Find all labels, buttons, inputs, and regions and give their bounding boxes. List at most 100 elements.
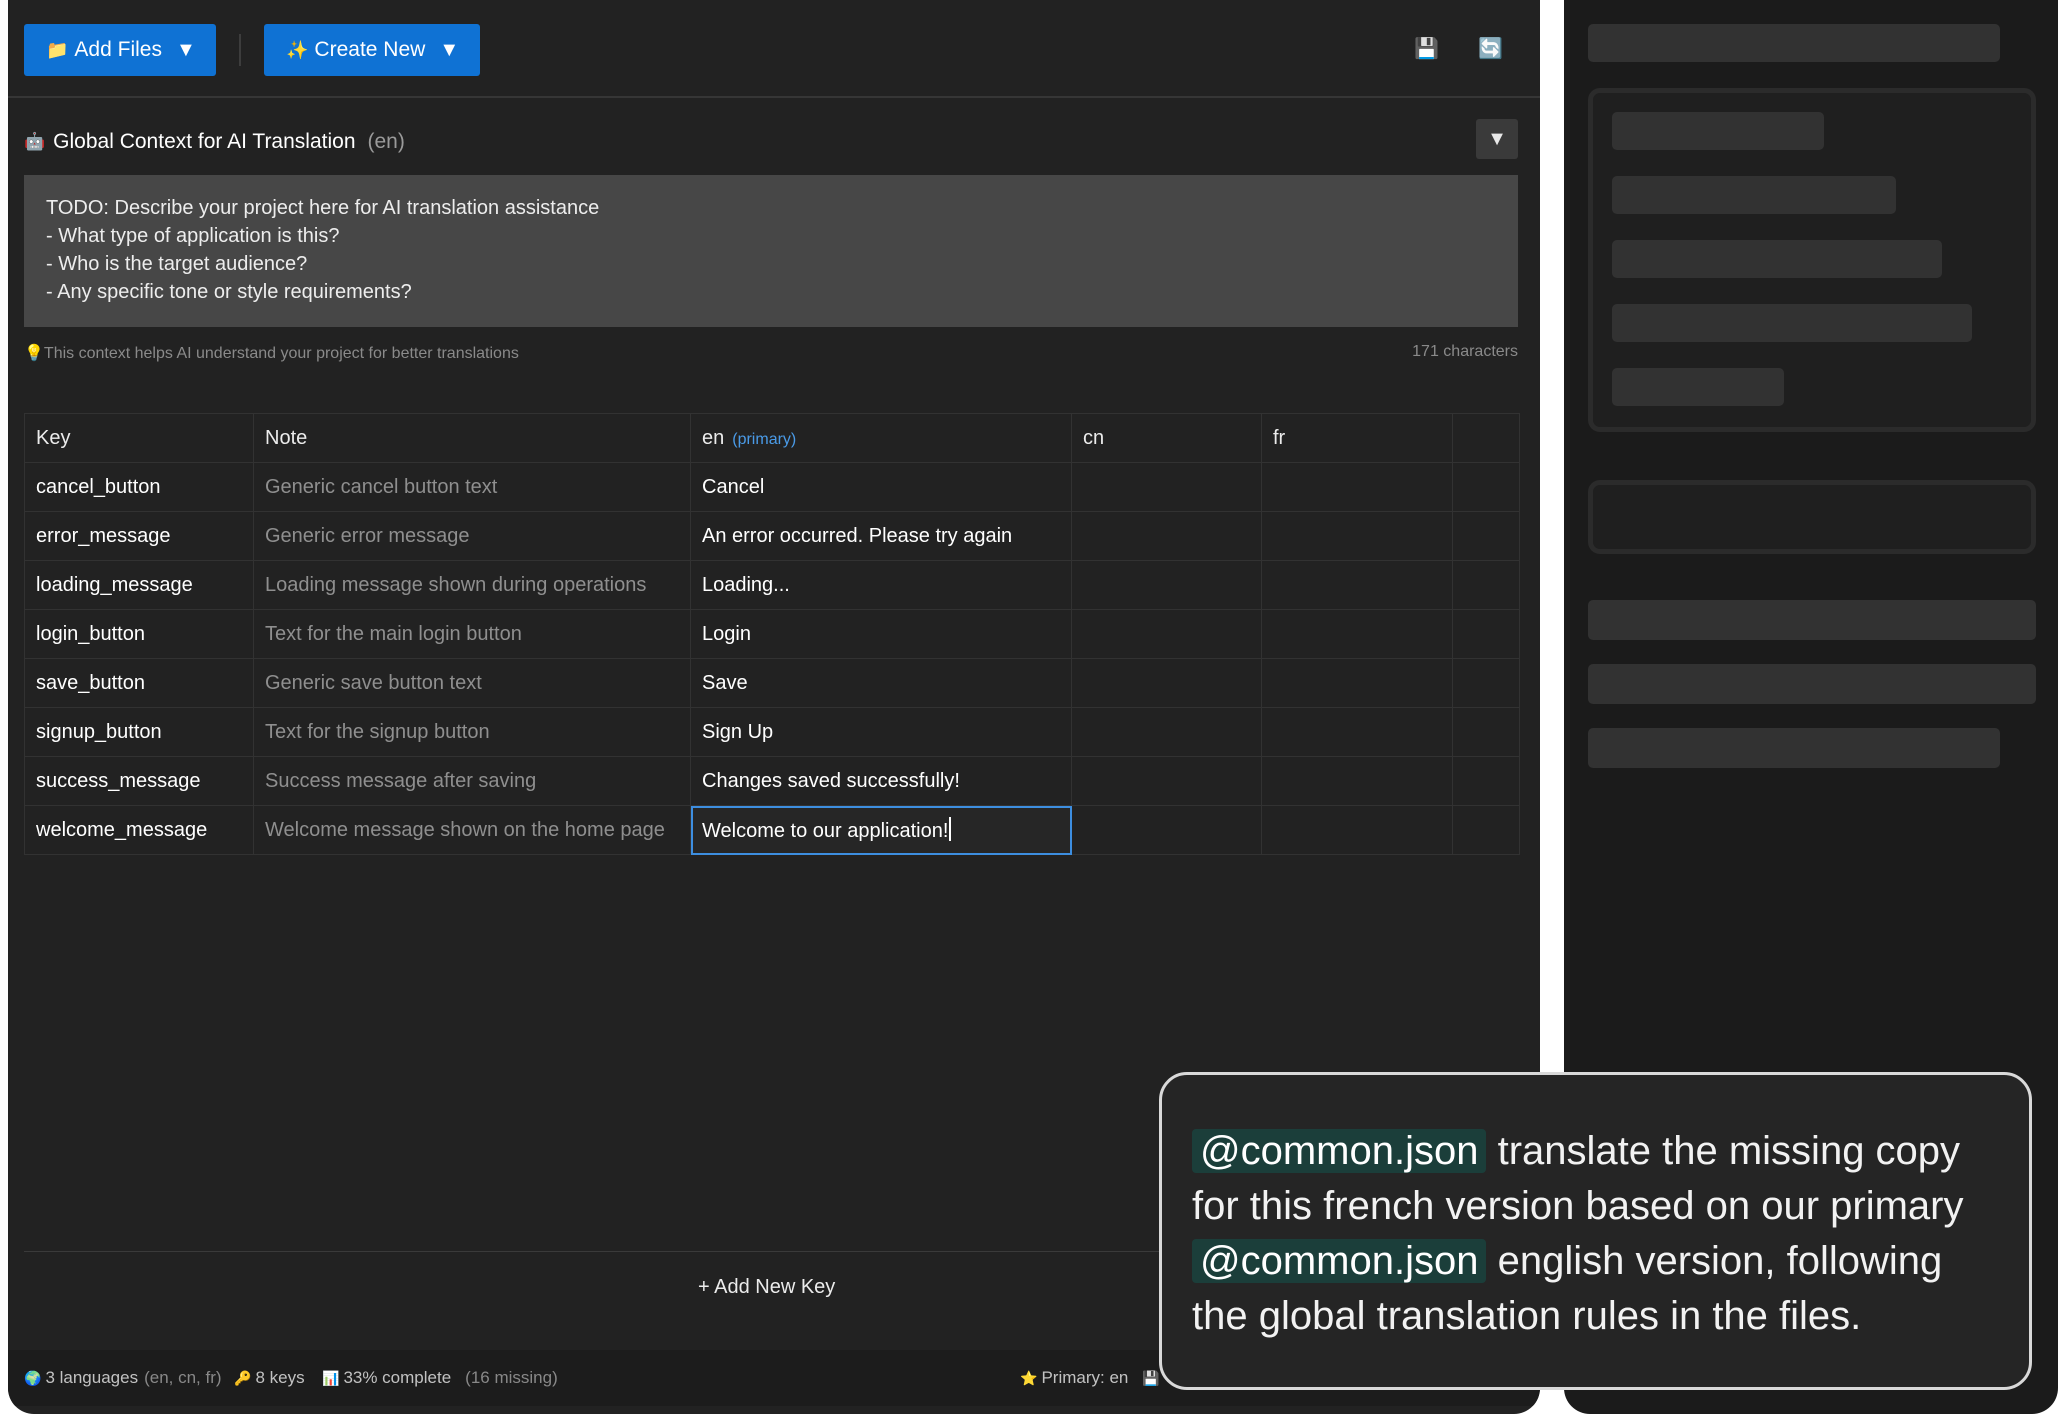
status-complete: 33% complete	[343, 1368, 452, 1387]
table-row: cancel_button Generic cancel button text…	[24, 462, 1520, 512]
ai-prompt-bubble: @common.json translate the missing copy …	[1159, 1072, 2032, 1390]
folder-icon: 📁	[46, 39, 69, 60]
key-cell[interactable]: login_button	[24, 609, 254, 659]
key-cell[interactable]: cancel_button	[24, 462, 254, 512]
en-cell[interactable]: Cancel	[690, 462, 1072, 512]
extra-cell	[1452, 462, 1520, 512]
fr-cell[interactable]	[1261, 609, 1453, 659]
en-cell[interactable]: Login	[690, 609, 1072, 659]
note-cell[interactable]: Success message after saving	[253, 756, 691, 806]
chevron-down-icon: ▼	[439, 38, 460, 61]
fr-cell[interactable]	[1261, 462, 1453, 512]
floppy-disk-icon[interactable]: 💾	[1414, 36, 1439, 61]
status-missing: (16 missing)	[465, 1368, 558, 1387]
table-header-row: Key Note en (primary) cn fr	[24, 413, 1520, 463]
column-header-extra	[1452, 413, 1520, 463]
toolbar: 📁 Add Files ▼ ✨ Create New ▼ 💾 🔄	[8, 0, 1540, 98]
en-cell[interactable]: Loading...	[690, 560, 1072, 610]
context-language: (en)	[367, 130, 405, 153]
extra-cell	[1452, 609, 1520, 659]
note-cell[interactable]: Welcome message shown on the home page	[253, 805, 691, 855]
table-row: signup_button Text for the signup button…	[24, 707, 1520, 757]
fr-cell[interactable]	[1261, 707, 1453, 757]
fr-cell[interactable]	[1261, 805, 1453, 855]
context-header: 🤖 Global Context for AI Translation (en)	[24, 128, 405, 156]
key-cell[interactable]: signup_button	[24, 707, 254, 757]
note-cell[interactable]: Loading message shown during operations	[253, 560, 691, 610]
text-cursor	[949, 817, 952, 841]
status-completion: 📊 33% complete (16 missing)	[322, 1368, 558, 1388]
status-languages-count: 3 languages	[45, 1368, 139, 1387]
extra-cell	[1452, 756, 1520, 806]
add-files-label: Add Files	[74, 38, 162, 61]
cn-cell[interactable]	[1071, 658, 1262, 708]
fr-cell[interactable]	[1261, 658, 1453, 708]
toolbar-divider	[239, 34, 241, 66]
extra-cell	[1452, 560, 1520, 610]
key-cell[interactable]: success_message	[24, 756, 254, 806]
key-cell[interactable]: save_button	[24, 658, 254, 708]
skeleton-bar	[1588, 24, 2000, 62]
en-cell-value: Welcome to our application!	[702, 820, 949, 842]
star-icon: ⭐	[1020, 1369, 1038, 1386]
en-cell[interactable]: An error occurred. Please try again	[690, 511, 1072, 561]
refresh-icon[interactable]: 🔄	[1478, 36, 1503, 61]
cn-cell[interactable]	[1071, 560, 1262, 610]
fr-cell[interactable]	[1261, 511, 1453, 561]
column-header-en-label: en	[702, 426, 725, 449]
add-files-button[interactable]: 📁 Add Files ▼	[24, 24, 216, 76]
column-header-en: en (primary)	[690, 413, 1072, 463]
status-keys-count: 8 keys	[255, 1368, 305, 1387]
status-primary: ⭐ Primary: en 💾	[1020, 1368, 1164, 1388]
skeleton-bar	[1612, 240, 1942, 278]
fr-cell[interactable]	[1261, 560, 1453, 610]
note-cell[interactable]: Generic save button text	[253, 658, 691, 708]
en-cell[interactable]: Sign Up	[690, 707, 1072, 757]
cn-cell[interactable]	[1071, 609, 1262, 659]
cn-cell[interactable]	[1071, 511, 1262, 561]
fr-cell[interactable]	[1261, 756, 1453, 806]
create-new-button[interactable]: ✨ Create New ▼	[264, 24, 480, 76]
skeleton-bar	[1612, 112, 1824, 150]
context-textarea[interactable]: TODO: Describe your project here for AI …	[24, 175, 1518, 327]
column-header-fr: fr	[1261, 413, 1453, 463]
chevron-down-icon: ▼	[175, 38, 196, 61]
column-header-key: Key	[24, 413, 254, 463]
context-hint: 💡This context helps AI understand your p…	[24, 343, 519, 363]
context-hint-text: This context helps AI understand your pr…	[43, 345, 519, 362]
table-row: error_message Generic error message An e…	[24, 511, 1520, 561]
file-mention-chip[interactable]: @common.json	[1192, 1239, 1487, 1283]
key-icon: 🔑	[234, 1369, 252, 1386]
column-header-cn: cn	[1071, 413, 1262, 463]
note-cell[interactable]: Text for the main login button	[253, 609, 691, 659]
file-mention-chip[interactable]: @common.json	[1192, 1129, 1487, 1173]
note-cell[interactable]: Generic cancel button text	[253, 462, 691, 512]
key-cell[interactable]: error_message	[24, 511, 254, 561]
robot-icon: 🤖	[24, 132, 46, 151]
key-cell[interactable]: welcome_message	[24, 805, 254, 855]
table-row: welcome_message Welcome message shown on…	[24, 805, 1520, 855]
create-new-label: Create New	[314, 38, 426, 61]
chevron-down-icon: ▼	[1487, 127, 1507, 150]
key-cell[interactable]: loading_message	[24, 560, 254, 610]
character-count: 171 characters	[1412, 343, 1518, 360]
cn-cell[interactable]	[1071, 707, 1262, 757]
table-row: success_message Success message after sa…	[24, 756, 1520, 806]
bar-chart-icon: 📊	[322, 1369, 340, 1386]
cn-cell[interactable]	[1071, 756, 1262, 806]
floppy-disk-icon: 💾	[1142, 1369, 1160, 1386]
note-cell[interactable]: Generic error message	[253, 511, 691, 561]
cn-cell[interactable]	[1071, 805, 1262, 855]
collapse-context-button[interactable]: ▼	[1476, 119, 1518, 159]
skeleton-bar	[1612, 176, 1896, 214]
context-title: Global Context for AI Translation	[53, 130, 356, 153]
en-cell[interactable]: Changes saved successfully!	[690, 756, 1072, 806]
extra-cell	[1452, 805, 1520, 855]
en-cell-editing[interactable]: Welcome to our application!	[690, 805, 1072, 855]
add-new-key-button[interactable]: + Add New Key	[698, 1276, 835, 1299]
skeleton-bar	[1588, 728, 2000, 768]
en-cell[interactable]: Save	[690, 658, 1072, 708]
note-cell[interactable]: Text for the signup button	[253, 707, 691, 757]
extra-cell	[1452, 658, 1520, 708]
cn-cell[interactable]	[1071, 462, 1262, 512]
